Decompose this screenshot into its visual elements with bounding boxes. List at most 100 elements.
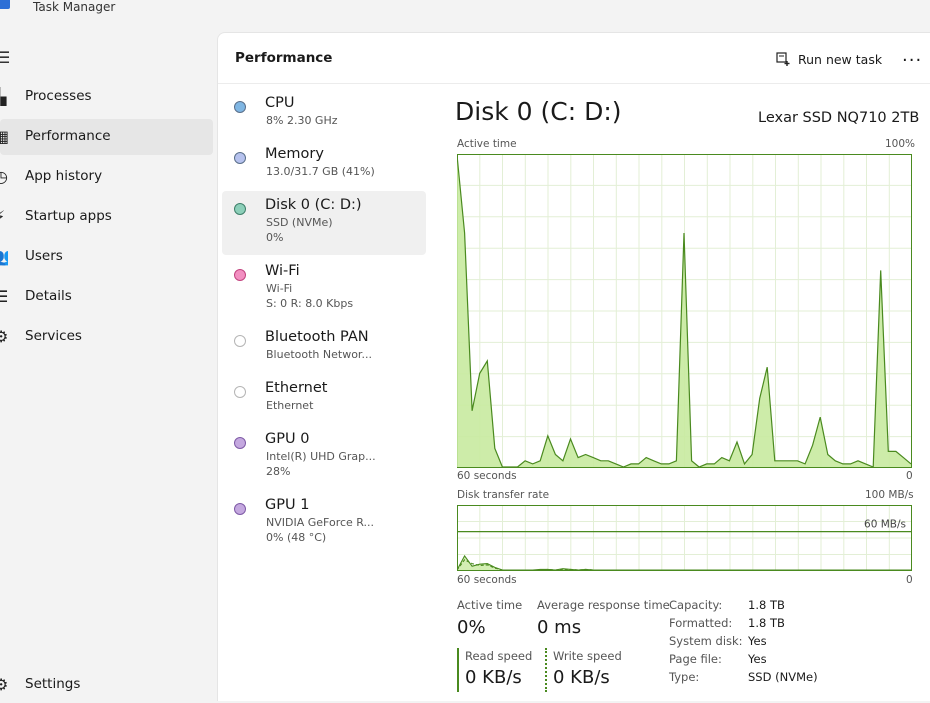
- active-time-max-label: 100%: [885, 138, 915, 150]
- active-time-stat-label: Active time: [457, 598, 522, 612]
- avg-response-stat-label: Average response time: [537, 598, 670, 612]
- property-value: Yes: [748, 652, 767, 666]
- property-key: Formatted:: [669, 616, 732, 630]
- device-item-gpu-0[interactable]: GPU 0 Intel(R) UHD Grap... 28%: [222, 425, 426, 489]
- active-time-chart: [457, 154, 912, 468]
- device-detail: Intel(R) UHD Grap...: [266, 450, 376, 463]
- device-detail: Ethernet: [266, 399, 313, 412]
- hamburger-menu-icon[interactable]: ☰: [0, 48, 10, 67]
- device-status-dot-icon: [234, 203, 246, 215]
- run-new-task-label: Run new task: [798, 52, 882, 67]
- property-value: SSD (NVMe): [748, 670, 818, 684]
- nav-item-label: Startup apps: [25, 208, 112, 224]
- device-name: GPU 0: [265, 431, 309, 447]
- device-name: GPU 1: [265, 497, 309, 513]
- device-status-dot-icon: [234, 101, 246, 113]
- device-name: Disk 0 (C: D:): [265, 197, 362, 213]
- device-name: Wi-Fi: [265, 263, 300, 279]
- nav-item-label: Settings: [25, 676, 80, 692]
- write-speed-marker: [545, 648, 547, 692]
- device-name: Bluetooth PAN: [265, 329, 369, 345]
- transfer-chart-label: Disk transfer rate: [457, 489, 549, 501]
- nav-item-label: Details: [25, 288, 72, 304]
- nav-item-startup-apps[interactable]: ⚡ Startup apps: [0, 199, 213, 235]
- active-time-stat-value: 0%: [457, 617, 486, 638]
- device-detail: S: 0 R: 8.0 Kbps: [266, 297, 353, 310]
- property-key: Type:: [669, 670, 699, 684]
- title-bar: Task Manager: [0, 0, 930, 30]
- active-time-x-right-label: 0: [906, 470, 913, 482]
- transfer-x-left-label: 60 seconds: [457, 574, 517, 586]
- reference-line-label: 60 MB/s: [864, 519, 906, 531]
- nav-item-label: Services: [25, 328, 82, 344]
- window-title: Task Manager: [33, 0, 115, 14]
- nav-item-app-history[interactable]: ◷ App history: [0, 159, 213, 195]
- nav-item-label: Performance: [25, 128, 111, 144]
- property-key: Page file:: [669, 652, 722, 666]
- write-speed-label: Write speed: [553, 649, 622, 663]
- active-time-chart-label: Active time: [457, 138, 517, 150]
- navigation-pane: ☰ ▚ Processes ▦ Performance ◷ App history ⚡ Sta…: [0, 40, 216, 700]
- startup-apps-icon: ⚡: [0, 207, 8, 226]
- property-key: System disk:: [669, 634, 743, 648]
- transfer-x-right-label: 0: [906, 574, 913, 586]
- nav-item-users[interactable]: 👥 Users: [0, 239, 213, 275]
- performance-icon: ▦: [0, 127, 8, 146]
- nav-item-settings[interactable]: ⚙ Settings: [0, 667, 213, 703]
- performance-panel: Performance Run new task ... CPU 8% 2.30 …: [217, 32, 930, 701]
- device-detail: 0% (48 °C): [266, 531, 326, 544]
- task-manager-app-icon: [0, 0, 10, 9]
- device-name: Ethernet: [265, 380, 327, 396]
- nav-item-label: App history: [25, 168, 102, 184]
- transfer-rate-chart: 60 MB/s: [457, 505, 912, 602]
- read-speed-marker: [457, 648, 459, 692]
- device-name: Memory: [265, 146, 324, 162]
- active-time-x-left-label: 60 seconds: [457, 470, 517, 482]
- nav-item-processes[interactable]: ▚ Processes: [0, 79, 213, 115]
- more-options-button[interactable]: ...: [902, 45, 922, 66]
- transfer-max-label: 100 MB/s: [865, 489, 914, 501]
- device-detail: 28%: [266, 465, 290, 478]
- device-detail: 8% 2.30 GHz: [266, 114, 338, 127]
- page-title: Performance: [235, 50, 332, 66]
- nav-item-details[interactable]: ☰ Details: [0, 279, 213, 315]
- device-detail: Wi-Fi: [266, 282, 292, 295]
- nav-item-performance[interactable]: ▦ Performance: [0, 119, 213, 155]
- device-detail: 13.0/31.7 GB (41%): [266, 165, 375, 178]
- disk-model: Lexar SSD NQ710 2TB: [758, 110, 919, 126]
- details-icon: ☰: [0, 287, 8, 306]
- property-value: 1.8 TB: [748, 598, 785, 612]
- nav-item-label: Processes: [25, 88, 92, 104]
- nav-item-services[interactable]: ⚙ Services: [0, 319, 213, 355]
- device-detail: NVIDIA GeForce R...: [266, 516, 374, 529]
- read-speed-label: Read speed: [465, 649, 532, 663]
- device-detail: SSD (NVMe): [266, 216, 333, 229]
- processes-icon: ▚: [0, 87, 8, 106]
- device-detail: 0%: [266, 231, 283, 244]
- device-status-dot-icon: [234, 269, 246, 281]
- run-new-task-button[interactable]: Run new task: [776, 48, 882, 70]
- chart-grid: [457, 505, 912, 571]
- run-new-task-icon: [776, 52, 790, 66]
- settings-gear-icon: ⚙: [0, 675, 8, 694]
- device-status-dot-icon: [234, 335, 246, 347]
- property-key: Capacity:: [669, 598, 722, 612]
- property-value: 1.8 TB: [748, 616, 785, 630]
- device-status-dot-icon: [234, 152, 246, 164]
- device-detail: Bluetooth Networ...: [266, 348, 372, 361]
- device-item-wi-fi[interactable]: Wi-Fi Wi-Fi S: 0 R: 8.0 Kbps: [222, 257, 426, 321]
- read-speed-value: 0 KB/s: [465, 667, 522, 688]
- device-status-dot-icon: [234, 386, 246, 398]
- services-icon: ⚙: [0, 327, 8, 346]
- device-status-dot-icon: [234, 503, 246, 515]
- device-item-disk-0-c-d[interactable]: Disk 0 (C: D:) SSD (NVMe) 0%: [222, 191, 426, 255]
- device-item-gpu-1[interactable]: GPU 1 NVIDIA GeForce R... 0% (48 °C): [222, 491, 426, 555]
- device-status-dot-icon: [234, 437, 246, 449]
- users-icon: 👥: [0, 247, 8, 266]
- disk-title: Disk 0 (C: D:): [455, 97, 622, 126]
- device-name: CPU: [265, 95, 294, 111]
- panel-header: Performance Run new task ...: [218, 33, 930, 84]
- nav-item-label: Users: [25, 248, 63, 264]
- app-history-icon: ◷: [0, 167, 8, 186]
- write-speed-value: 0 KB/s: [553, 667, 610, 688]
